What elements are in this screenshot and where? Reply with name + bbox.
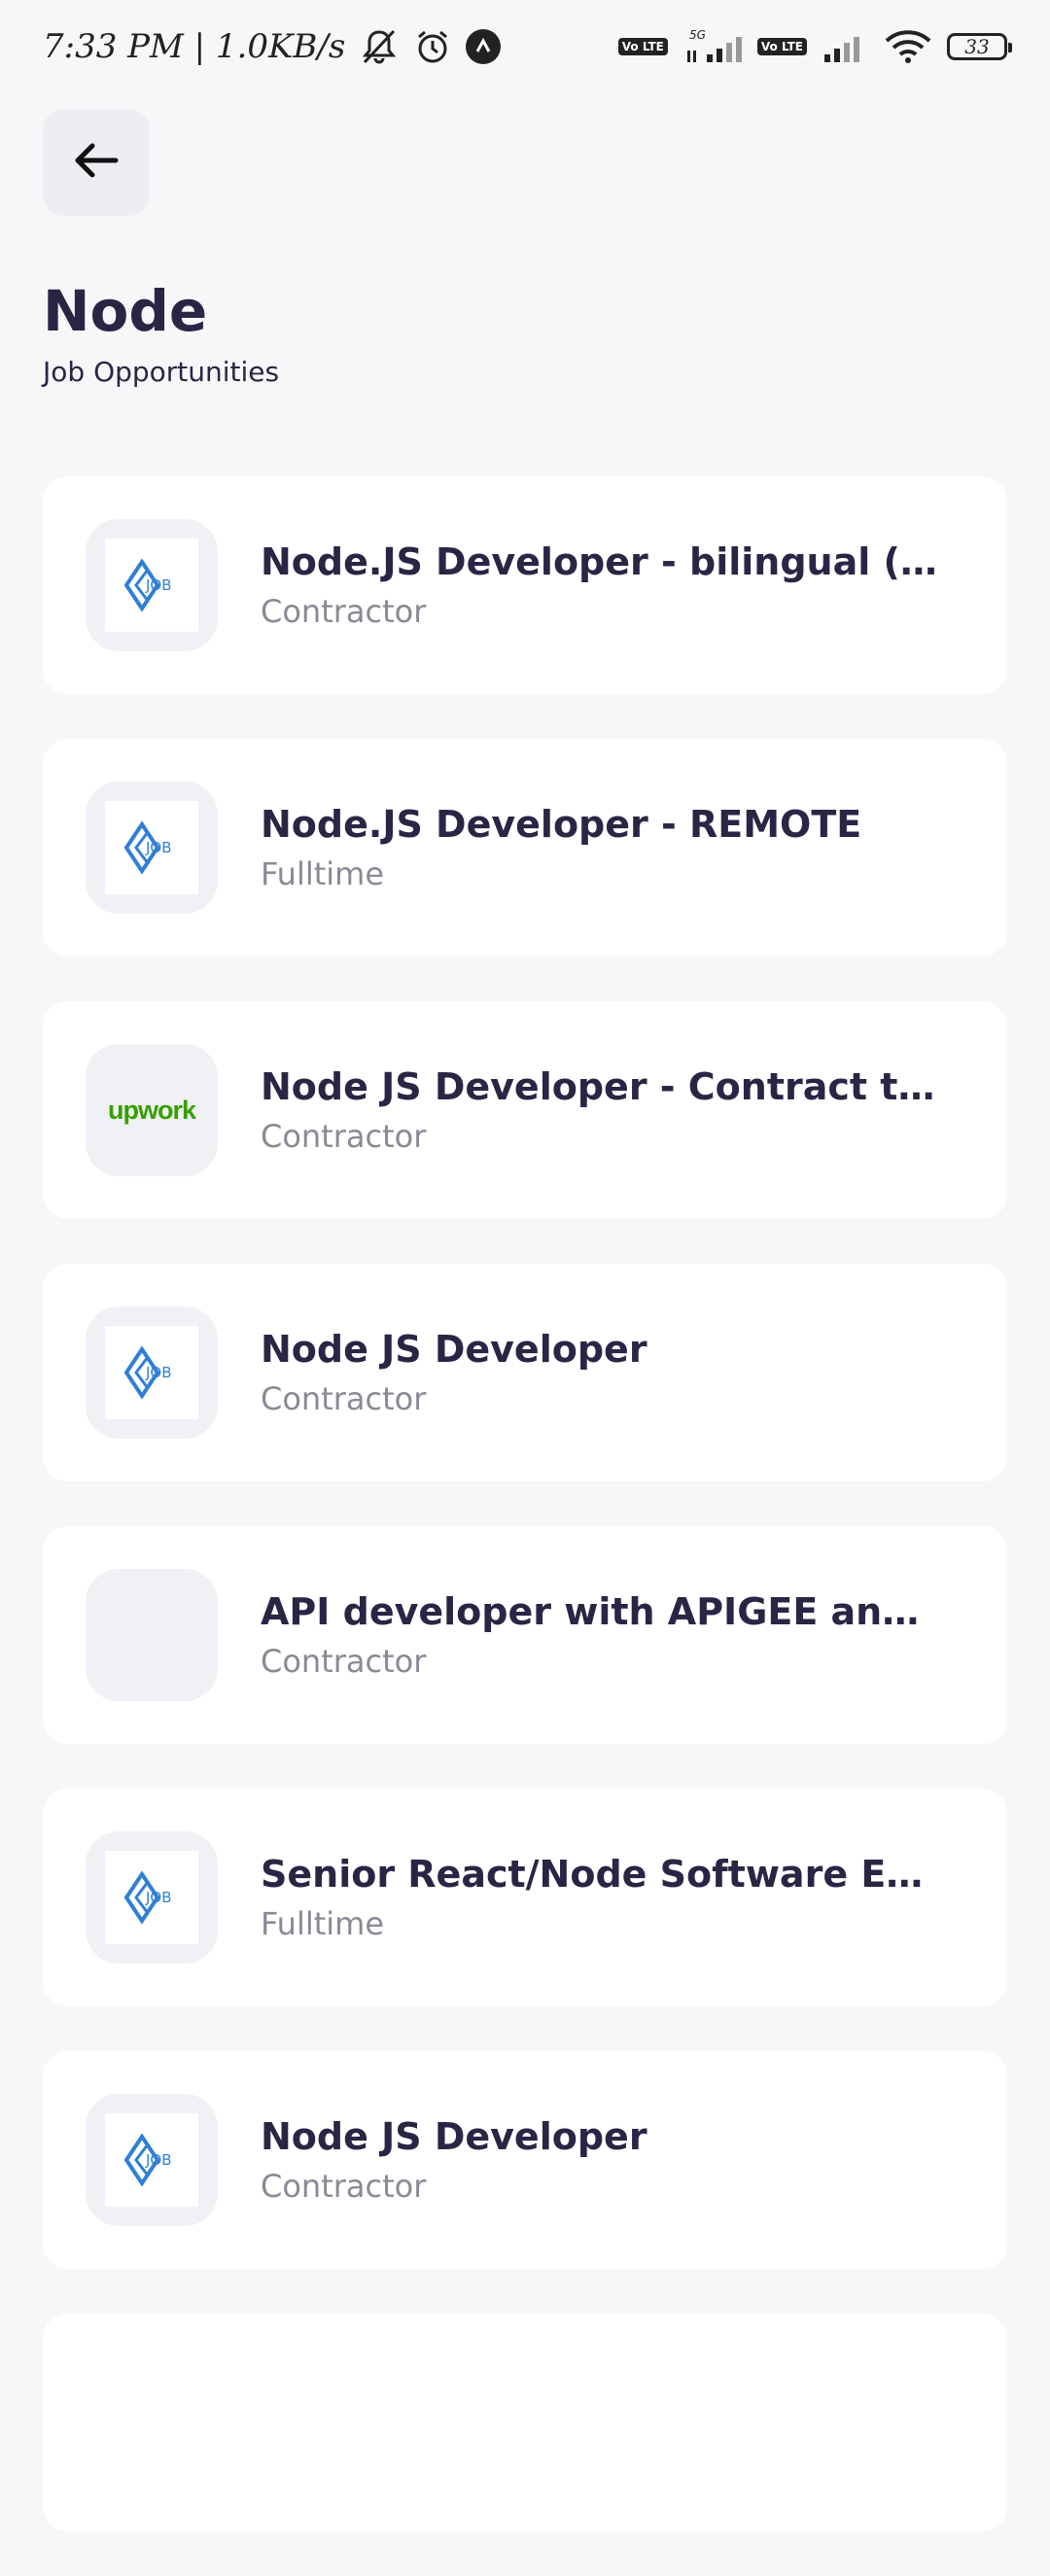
company-logo: JOB [86,1831,218,1964]
job-card[interactable]: JOB Node.JS Developer - REMOTE Fulltime [43,739,1007,957]
job-title: Node JS Developer - Contract to Hi... [261,1065,941,1108]
job-type: Contractor [261,1380,427,1417]
wifi-icon [883,27,933,66]
job-type: Contractor [261,1118,427,1155]
company-logo: JOB [86,519,218,651]
job-type: Fulltime [261,1905,385,1942]
job-card[interactable]: JOB Node JS Developer Contractor [43,2051,1007,2269]
status-time-speed: 7:33 PM | 1.0KB/s [43,27,346,66]
status-bar: 7:33 PM | 1.0KB/s Vo LTE 5G Vo LTE 33 [0,0,1050,93]
company-logo: JOB [86,2094,218,2226]
job-logo-icon: JOB [105,801,198,894]
job-title: Node JS Developer [261,1328,648,1371]
page-title: Node [43,278,208,344]
volte-icon-2: Vo LTE [756,38,807,55]
svg-text:JOB: JOB [145,1364,172,1381]
job-title: Senior React/Node Software Engine... [261,1853,941,1896]
svg-text:JOB: JOB [145,576,172,594]
signal-5g-icon: 5G [682,27,744,66]
job-card[interactable]: JOB Senior React/Node Software Engine...… [43,1789,1007,2006]
job-title: Node.JS Developer - bilingual (Kore... [261,540,941,583]
signal-icon [821,27,869,66]
job-list: JOB Node.JS Developer - bilingual (Kore.… [43,476,1007,2576]
back-button[interactable] [43,109,150,216]
muted-bell-icon [359,27,400,66]
job-logo-icon: JOB [105,539,198,632]
svg-text:5G: 5G [689,28,706,42]
alarm-icon [413,27,452,66]
job-title: Node.JS Developer - REMOTE [261,803,862,846]
job-title: Node JS Developer [261,2115,648,2158]
upwork-logo: upwork [107,1095,196,1125]
svg-text:JOB: JOB [145,2151,172,2169]
job-card[interactable]: API developer with APIGEE and NO... Cont… [43,1526,1007,1744]
job-type: Contractor [261,593,427,630]
svg-text:JOB: JOB [145,839,172,856]
company-logo-empty [86,1569,218,1701]
volte-icon: Vo LTE [617,38,668,55]
job-card[interactable]: JOB Node.JS Developer - bilingual (Kore.… [43,476,1007,694]
battery-indicator: 33 [947,33,1012,60]
job-logo-icon: JOB [105,2113,198,2207]
company-logo: upwork [86,1044,218,1176]
job-type: Fulltime [261,855,385,892]
job-title: API developer with APIGEE and NO... [261,1590,941,1633]
job-card[interactable]: JOB Node JS Developer Contractor [43,1264,1007,1481]
job-logo-icon: JOB [105,1326,198,1419]
svg-text:JOB: JOB [145,1889,172,1906]
job-logo-icon: JOB [105,1851,198,1944]
app-notification-icon [466,29,502,64]
job-type: Contractor [261,1643,427,1680]
job-card[interactable]: upwork Node JS Developer - Contract to H… [43,1001,1007,1219]
company-logo: JOB [86,782,218,914]
page-subtitle: Job Opportunities [43,356,280,388]
job-card-partial[interactable] [43,2314,1007,2531]
company-logo: JOB [86,1306,218,1439]
battery-level: 33 [964,35,990,58]
arrow-left-icon [73,141,120,184]
job-type: Contractor [261,2168,427,2205]
